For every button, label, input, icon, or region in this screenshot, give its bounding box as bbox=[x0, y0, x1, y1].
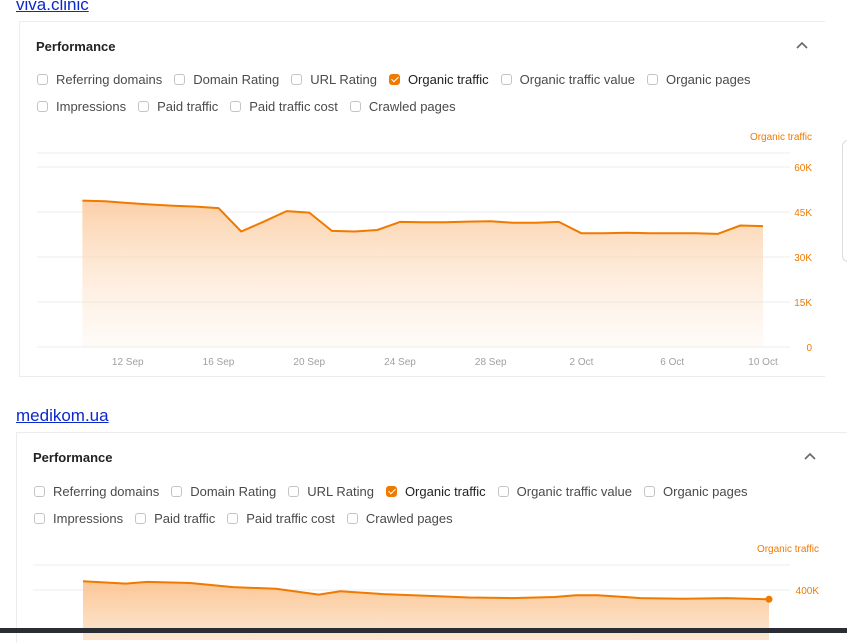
y-tick-label: 400K bbox=[796, 586, 820, 597]
organic-traffic-chart-medikom: 400K300KOrganic traffic bbox=[33, 544, 820, 640]
taskbar-edge bbox=[0, 628, 847, 633]
side-panel-edge bbox=[842, 140, 847, 262]
series-end-point bbox=[765, 595, 773, 603]
y-axis-title: Organic traffic bbox=[757, 544, 819, 555]
